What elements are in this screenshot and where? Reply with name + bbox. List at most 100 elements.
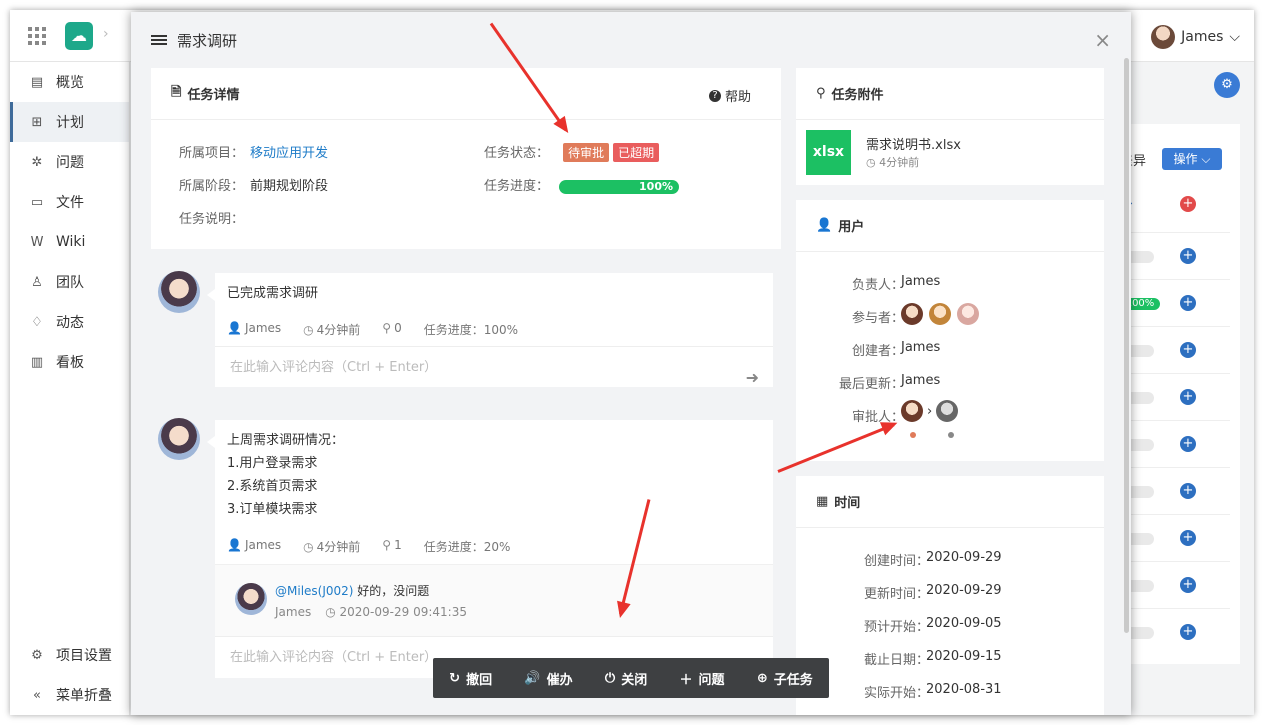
add-icon[interactable]: + <box>1180 483 1196 499</box>
comment-attachments: ⚲ 0 <box>382 321 401 338</box>
sidebar-item-files[interactable]: ▭ 文件 <box>10 182 129 222</box>
sidebar-item-label: 动态 <box>56 315 84 331</box>
scrollbar[interactable] <box>1124 58 1129 633</box>
comment-author: 👤 James <box>227 321 281 338</box>
operation-dropdown-button[interactable]: 操作 ⌵ <box>1162 148 1222 170</box>
time-text: 4分钟前 <box>316 323 361 337</box>
card-title: 用户 <box>838 220 865 235</box>
gear-icon: ⚙ <box>31 647 43 663</box>
avatar[interactable] <box>158 418 200 460</box>
chevron-down-icon: ⌵ <box>1229 29 1240 45</box>
sidebar-item-activity[interactable]: ♢ 动态 <box>10 302 129 342</box>
send-arrow-icon[interactable]: ➜ <box>746 357 759 399</box>
user-menu[interactable]: James ⌵ <box>1151 25 1240 49</box>
help-button[interactable]: ? 帮助 <box>708 86 751 105</box>
avatar[interactable] <box>929 303 951 325</box>
time-value: 2020-09-15 <box>926 649 1002 664</box>
xlsx-file-icon[interactable]: xlsx <box>806 130 851 175</box>
status-badge-overdue: 已超期 <box>613 143 660 162</box>
help-label: 帮助 <box>724 90 751 105</box>
add-icon[interactable]: + <box>1180 389 1196 405</box>
undo-button[interactable]: ↻ 撤回 <box>449 669 492 688</box>
reply-meta: James ◷ 2020-09-29 09:41:35 <box>275 605 467 619</box>
app-logo-icon[interactable]: ☁ <box>65 22 93 50</box>
status-label: 任务状态： <box>484 146 550 161</box>
list-icon <box>151 34 167 47</box>
user-icon: 👤 <box>227 538 242 552</box>
add-icon[interactable]: + <box>1180 436 1196 452</box>
avatar[interactable] <box>158 271 200 313</box>
question-icon: ? <box>708 89 721 102</box>
participants-avatars <box>901 303 985 325</box>
comment-input[interactable]: 在此输入评论内容（Ctrl + Enter） ➜ <box>215 346 773 388</box>
table-row: + <box>1120 373 1230 420</box>
sidebar-item-plan[interactable]: ⊞ 计划 <box>10 102 129 142</box>
background-table: 差异 操作 ⌵ ⟳ + + 100%+ + + + + + + + <box>1120 124 1240 664</box>
sidebar-item-team[interactable]: ♙ 团队 <box>10 262 129 302</box>
remind-button[interactable]: 🔊 催办 <box>524 669 572 688</box>
remind-label: 催办 <box>546 672 573 688</box>
stage-row: 所属阶段： 前期规划阶段 <box>179 175 328 194</box>
comment-author: 👤 James <box>227 538 281 555</box>
add-icon[interactable]: + <box>1180 342 1196 358</box>
reply-content: 好的，没问题 <box>353 584 430 598</box>
collapse-menu-button[interactable]: « 菜单折叠 <box>10 675 129 715</box>
add-icon[interactable]: + <box>1180 295 1196 311</box>
comment-line: 1.用户登录需求 <box>227 456 318 471</box>
sidebar-item-wiki[interactable]: W Wiki <box>10 222 129 262</box>
close-icon[interactable]: × <box>1094 28 1111 52</box>
avatar[interactable] <box>901 400 923 422</box>
add-red-icon[interactable]: + <box>1180 196 1196 212</box>
add-issue-button[interactable]: ＋ 问题 <box>680 669 725 688</box>
settings-gear-button[interactable]: ⚙ <box>1214 72 1240 98</box>
close-task-button[interactable]: ⏻ 关闭 <box>605 669 647 688</box>
chevron-right-icon: › <box>103 26 109 42</box>
board-icon: ▥ <box>30 354 44 370</box>
project-settings-button[interactable]: ⚙ 项目设置 <box>10 635 129 675</box>
add-icon[interactable]: + <box>1180 248 1196 264</box>
activity-icon: ♢ <box>31 314 43 330</box>
reply-time: ◷ 2020-09-29 09:41:35 <box>325 605 467 619</box>
status-row: 任务状态： 待审批 已超期 <box>484 142 660 162</box>
approver-chain: › <box>901 400 959 422</box>
sidebar-item-issues[interactable]: ✲ 问题 <box>10 142 129 182</box>
users-card: 👤 用户 负责人： James 参与者： 创建者： James 最后更新： Ja… <box>796 200 1104 461</box>
comment-meta: 👤 James ◷ 4分钟前 ⚲ 1 任务进度：20% <box>227 538 510 555</box>
sidebar-item-overview[interactable]: ▤ 概览 <box>10 62 129 102</box>
approver-status-dot <box>910 432 916 438</box>
avatar[interactable] <box>235 583 267 615</box>
avatar[interactable] <box>957 303 979 325</box>
project-link[interactable]: 移动应用开发 <box>250 146 328 161</box>
owner-value: James <box>901 274 941 289</box>
table-row: + <box>1120 561 1230 608</box>
add-icon[interactable]: + <box>1180 530 1196 546</box>
card-title: 任务详情 <box>187 88 240 103</box>
paperclip-icon: ⚲ <box>816 86 826 101</box>
file-name-link[interactable]: 需求说明书.xlsx <box>866 134 961 153</box>
description-label: 任务说明： <box>179 212 245 227</box>
time-card: ▦ 时间 创建时间： 2020-09-29 更新时间： 2020-09-29 预… <box>796 476 1104 715</box>
paperclip-icon: ⚲ <box>382 321 392 335</box>
add-icon[interactable]: + <box>1180 577 1196 593</box>
modal-title-text: 需求调研 <box>177 32 238 50</box>
status-badge-pending: 待审批 <box>563 143 610 162</box>
table-row: ⟳ + <box>1120 186 1230 233</box>
apps-grid-icon[interactable] <box>28 27 46 45</box>
card-header: ▦ 时间 <box>796 476 1104 528</box>
creator-label: 创建者： <box>851 344 904 359</box>
description-row: 任务说明： <box>179 208 244 227</box>
add-icon[interactable]: + <box>1180 624 1196 640</box>
attachment-count: 1 <box>394 538 402 552</box>
project-settings-label: 项目设置 <box>56 648 112 664</box>
comment-time: ◷ 4分钟前 <box>303 321 360 338</box>
add-subtask-button[interactable]: ⊕ 子任务 <box>757 669 813 688</box>
avatar <box>1151 25 1176 49</box>
table-row: + <box>1120 467 1230 514</box>
mention-link[interactable]: @Miles(J002) <box>275 584 353 598</box>
stage-value: 前期规划阶段 <box>250 179 329 194</box>
avatar[interactable] <box>901 303 923 325</box>
sidebar-item-label: 概览 <box>56 75 84 91</box>
sidebar-item-board[interactable]: ▥ 看板 <box>10 342 129 382</box>
avatar[interactable] <box>936 400 959 422</box>
table-row: + <box>1120 514 1230 561</box>
